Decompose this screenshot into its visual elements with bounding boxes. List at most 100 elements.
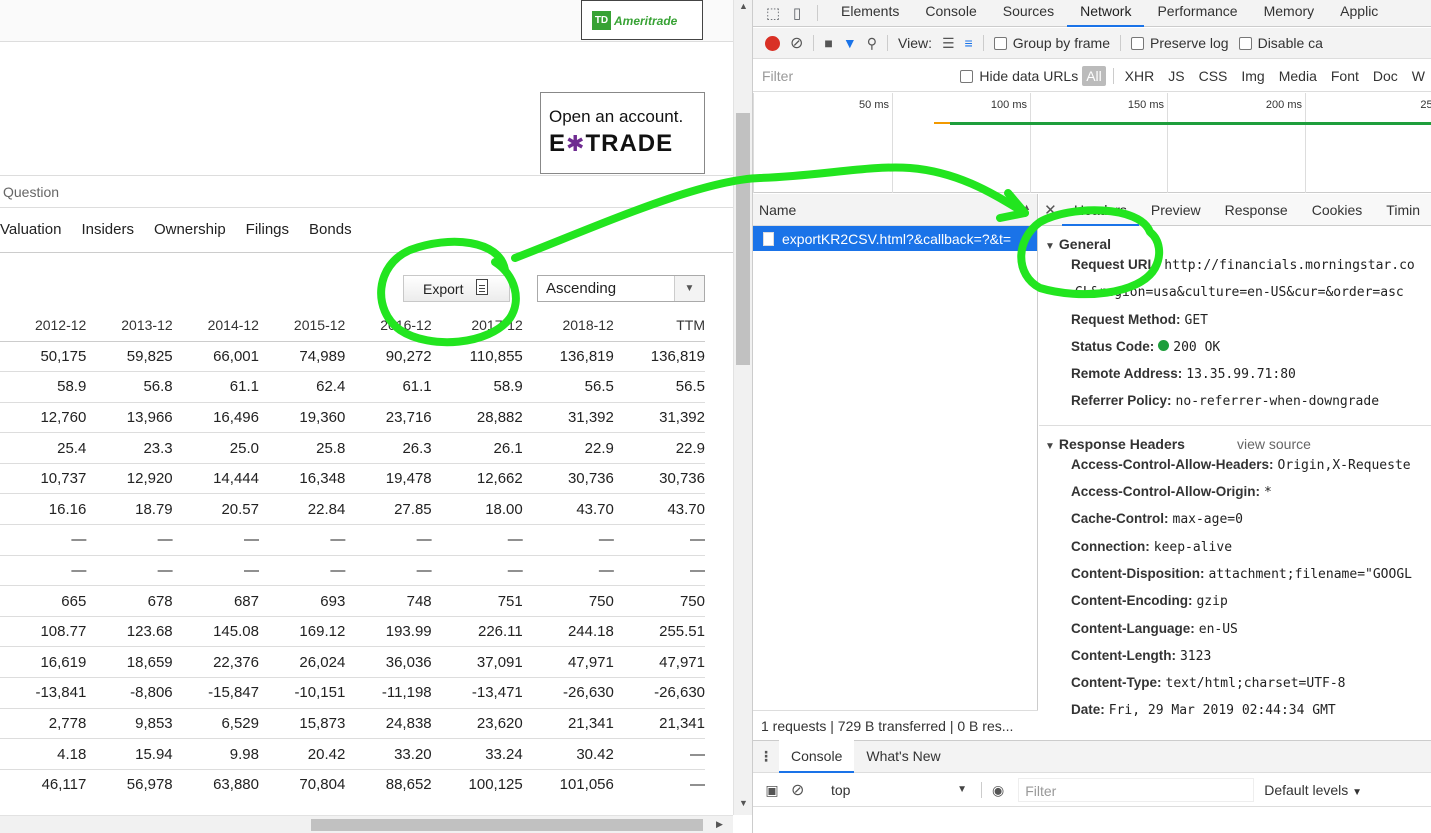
header-row: Remote Address: 13.35.99.71:80 — [1039, 366, 1431, 393]
header-row: Referrer Policy: no-referrer-when-downgra… — [1039, 393, 1431, 420]
drawer-tab-whats-new[interactable]: What's New — [854, 740, 952, 773]
nav-tab-bonds[interactable]: Bonds — [309, 221, 372, 252]
tick-label: 200 ms — [1265, 99, 1302, 111]
table-cell: -13,841 — [0, 677, 87, 709]
timeline-tick: 50 ms — [753, 93, 892, 193]
scroll-up-icon[interactable]: ▲ — [739, 1, 748, 11]
table-cell: 751 — [431, 585, 523, 617]
detail-tab-preview[interactable]: Preview — [1139, 194, 1213, 226]
nav-tab-ownership[interactable]: Ownership — [154, 221, 246, 252]
table-cell: 36,036 — [345, 646, 432, 678]
table-cell: -13,471 — [431, 677, 523, 709]
tick-label: 250 m — [1420, 99, 1431, 111]
nav-tab-insiders[interactable]: Insiders — [81, 221, 154, 252]
timeline-waiting-bar — [934, 122, 950, 124]
detail-tab-timing[interactable]: Timin — [1374, 194, 1431, 226]
response-headers-section-header[interactable]: ▼ Response Headers view source — [1039, 426, 1431, 457]
tick-label: 50 ms — [859, 99, 889, 111]
eye-icon[interactable]: ◉ — [992, 782, 1004, 799]
table-cell: 62.4 — [258, 371, 346, 403]
console-toolbar: ▣ ⊘ top ▼ ◉ Filter Default levels ▼ — [753, 774, 1431, 807]
table-cell: 145.08 — [172, 615, 259, 647]
type-filter-font[interactable]: Font — [1324, 68, 1366, 84]
table-cell: — — [431, 554, 523, 586]
scroll-down-icon[interactable]: ▼ — [739, 798, 748, 808]
detail-tab-headers[interactable]: Headers — [1061, 194, 1139, 226]
tab-console[interactable]: Console — [912, 0, 989, 27]
close-icon[interactable]: ✕ — [1039, 201, 1062, 219]
tab-elements[interactable]: Elements — [828, 0, 912, 27]
header-key: Cache-Control: — [1071, 511, 1169, 527]
type-filter-media[interactable]: Media — [1272, 68, 1324, 84]
header-row: Request URL: http://financials.morningsta… — [1039, 257, 1431, 284]
vertical-scrollbar[interactable]: ▲ ▼ — [733, 0, 752, 815]
context-select[interactable]: top ▼ — [821, 782, 967, 798]
table-cell: 88,652 — [345, 768, 432, 800]
default-levels-select[interactable]: Default levels ▼ — [1264, 782, 1362, 798]
sidebar-toggle-icon[interactable]: ▣ — [753, 782, 791, 799]
preserve-log-checkbox[interactable]: Preserve log — [1130, 35, 1229, 51]
column-header: TTM — [613, 310, 705, 342]
scroll-right-icon[interactable]: ▶ — [716, 819, 723, 830]
type-filter-ws[interactable]: W — [1405, 68, 1431, 84]
large-rows-icon[interactable]: ☰ — [942, 35, 955, 52]
nav-tab-valuation[interactable]: Valuation — [0, 221, 81, 252]
detail-tab-response[interactable]: Response — [1213, 194, 1300, 226]
network-toolbar: ⊘ ■ ▼ ⚲ View: ☰ ≡ Group by frame Preserv… — [753, 28, 1431, 59]
sort-order-select[interactable]: Ascending ▼ — [537, 275, 705, 302]
table-cell: 26.1 — [431, 432, 523, 464]
chevron-down-icon: ▼ — [674, 276, 704, 301]
inspect-element-icon[interactable]: ⬚ — [761, 2, 785, 24]
table-cell: 43.70 — [613, 493, 705, 525]
network-filter-input[interactable]: Filter — [755, 64, 942, 88]
view-source-link[interactable]: view source — [1237, 436, 1311, 452]
tab-network[interactable]: Network — [1067, 0, 1145, 27]
chevron-down-icon: ▼ — [957, 784, 967, 795]
disable-cache-checkbox[interactable]: Disable ca — [1238, 35, 1323, 51]
type-filter-doc[interactable]: Doc — [1366, 68, 1405, 84]
type-filter-xhr[interactable]: XHR — [1118, 68, 1162, 84]
td-ameritrade-ad[interactable]: TD Ameritrade — [581, 0, 703, 40]
type-filter-img[interactable]: Img — [1234, 68, 1271, 84]
more-tools-icon[interactable]: ⋮ — [753, 748, 779, 765]
filter-funnel-icon[interactable]: ▼ — [843, 35, 857, 51]
table-row: 25.4 23.3 25.0 25.8 26.3 26.1 22.9 22.9 — [0, 432, 705, 464]
etrade-ad[interactable]: Open an account. E ✱ TRADE — [540, 92, 705, 174]
console-filter-input[interactable]: Filter — [1018, 778, 1255, 802]
tab-performance[interactable]: Performance — [1144, 0, 1250, 27]
search-icon[interactable]: ⚲ — [867, 35, 877, 52]
table-cell: 63,880 — [172, 768, 259, 800]
type-filter-all[interactable]: All — [1082, 65, 1106, 86]
detail-tab-cookies[interactable]: Cookies — [1300, 194, 1375, 226]
vertical-scroll-thumb[interactable] — [736, 113, 750, 365]
type-filter-js[interactable]: JS — [1161, 68, 1191, 84]
nav-tab-filings[interactable]: Filings — [246, 221, 309, 252]
question-link[interactable]: Question — [0, 175, 733, 208]
name-column-header[interactable]: Name ▲ — [753, 194, 1037, 226]
request-row[interactable]: exportKR2CSV.html?&callback=?&t= — [753, 226, 1037, 251]
chevron-down-icon: ▼ — [1352, 787, 1363, 798]
table-cell: 20.42 — [258, 738, 346, 770]
type-filter-css[interactable]: CSS — [1192, 68, 1235, 84]
record-icon[interactable] — [765, 35, 780, 51]
clear-icon[interactable]: ⊘ — [790, 33, 803, 53]
table-cell: 110,855 — [431, 340, 523, 372]
clear-console-icon[interactable]: ⊘ — [791, 780, 821, 800]
general-section-header[interactable]: ▼ General — [1039, 226, 1431, 257]
tab-memory[interactable]: Memory — [1251, 0, 1328, 27]
tab-sources[interactable]: Sources — [990, 0, 1067, 27]
horizontal-scrollbar[interactable]: ▶ — [0, 815, 733, 833]
horizontal-scroll-thumb[interactable] — [311, 819, 703, 831]
hide-data-urls-checkbox[interactable]: Hide data URLs — [960, 68, 1078, 84]
device-toolbar-icon[interactable]: ▯ — [785, 2, 809, 24]
export-button[interactable]: Export — [403, 275, 510, 302]
group-by-frame-checkbox[interactable]: Group by frame — [993, 35, 1110, 51]
drawer-tab-console[interactable]: Console — [779, 740, 855, 773]
tab-application[interactable]: Applic — [1327, 0, 1391, 27]
table-cell: 47,971 — [522, 646, 614, 678]
financials-page: TD Ameritrade Open an account. E ✱ TRADE Q… — [0, 0, 752, 833]
table-cell: 136,819 — [613, 340, 705, 372]
network-overview-timeline[interactable]: 50 ms 100 ms 150 ms 200 ms 250 m — [753, 93, 1431, 193]
screenshot-camera-icon[interactable]: ■ — [824, 35, 832, 51]
overview-icon[interactable]: ≡ — [965, 35, 973, 51]
